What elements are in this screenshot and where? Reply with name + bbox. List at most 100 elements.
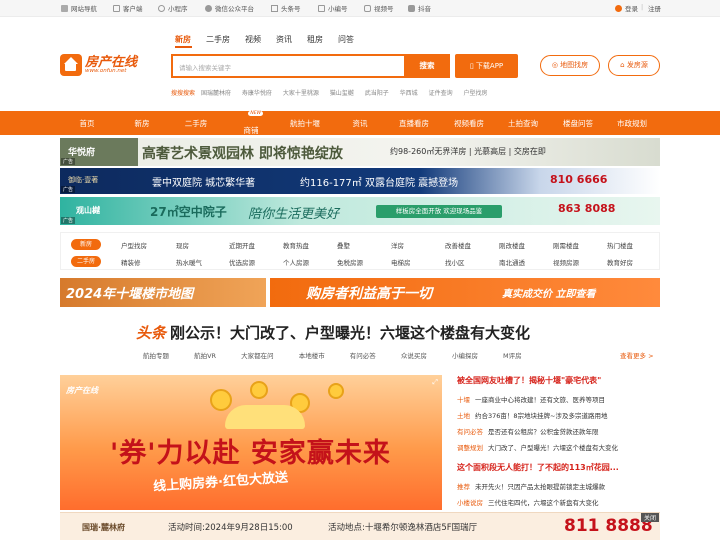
category-link[interactable]: 近期开盘 <box>229 240 255 250</box>
ad-banner-huayuefu[interactable]: 华悦府 高奢艺术景观园林 即将惊艳绽放 约98-260㎡无界洋房 | 光慕高层 … <box>60 138 660 166</box>
hot-search-item[interactable]: 证件查询 <box>429 90 453 97</box>
category-link[interactable]: 刚需楼盘 <box>553 240 579 250</box>
expand-icon[interactable]: ⤢ <box>432 378 438 387</box>
close-ad-button[interactable]: 关闭 <box>640 513 659 522</box>
ad-tagline: 陪你生活更美好 <box>248 207 340 222</box>
hot-search-item[interactable]: 华西城 <box>400 90 418 97</box>
headline[interactable]: 头条 刚公示！大门改了、户型曝光！六堰这个楼盘有大变化 <box>136 322 530 343</box>
tab-new-house[interactable]: 新房 <box>175 34 191 45</box>
news-item[interactable]: 小楼说房 三代住宅四代，六堰这个新盘有大变化 <box>457 497 657 507</box>
logo-text: 房产在线 <box>85 54 138 70</box>
news-item[interactable]: 十堰 一座商业中心将改建！还有文旅、医养等项目 <box>457 394 657 404</box>
hot-search-item[interactable]: 大家十里桃源 <box>283 90 319 97</box>
nav-aerial[interactable]: 航拍十堰 <box>290 118 320 129</box>
category-link[interactable]: 热门楼盘 <box>607 240 633 250</box>
video-account-link[interactable]: 视频号 <box>364 3 394 13</box>
sublink[interactable]: 大家都在问 <box>241 352 274 360</box>
news-item[interactable]: 调整规划 大门改了、户型曝光！六堰这个楼盘有大变化 <box>457 442 657 452</box>
sublink[interactable]: 本地楼市 <box>299 352 325 360</box>
category-link[interactable]: 电梯房 <box>391 257 411 267</box>
register-link[interactable]: 注册 <box>648 3 661 13</box>
sublink[interactable]: 航拍VR <box>194 352 216 360</box>
login-link[interactable]: 登录 <box>615 3 638 13</box>
news-item[interactable]: 土地 约合376亩！8宗地块挂牌~涉及多宗道路用地 <box>457 410 657 420</box>
tab-video[interactable]: 视频 <box>245 34 261 45</box>
nav-video[interactable]: 视频看房 <box>454 118 484 129</box>
category-link[interactable]: 叠墅 <box>337 240 350 250</box>
category-link[interactable]: 改善楼盘 <box>445 240 471 250</box>
ad-time: 活动时间:2024年9月28日15:00 <box>168 523 293 533</box>
sublink[interactable]: 众说买房 <box>401 352 427 360</box>
category-link[interactable]: 精装修 <box>121 257 141 267</box>
hero-title: '券'力以赴 安家赢未来 <box>110 438 391 469</box>
post-listing-button[interactable]: ⌂ 发房源 <box>608 55 660 76</box>
category-link[interactable]: 免税房源 <box>337 257 363 267</box>
banner-market-map[interactable]: 2024年十堰楼市地图 <box>60 278 266 307</box>
coin-icon <box>210 389 232 411</box>
category-link[interactable]: 优选房源 <box>229 257 255 267</box>
tab-second-hand[interactable]: 二手房 <box>206 34 230 45</box>
floating-ad-bar[interactable]: 国瑞·麓林府 活动时间:2024年9月28日15:00 活动地点:十堰希尔顿逸林… <box>60 512 660 540</box>
banner-buyer-first[interactable]: 购房者利益高于一切 真实成交价 立即查看 <box>270 278 660 307</box>
headline-tag: 头条 <box>136 324 167 342</box>
hero-banner[interactable]: 房产在线 '券'力以赴 安家赢未来 线上购房券·红包大放送 ⤢ <box>60 375 442 510</box>
hot-search-item[interactable]: 寿康华悦府 <box>242 90 272 97</box>
category-link[interactable]: 教育好房 <box>607 257 633 267</box>
download-app-button[interactable]: ▯ 下载APP <box>455 54 518 78</box>
nav-live[interactable]: 直播看房 <box>399 118 429 129</box>
nav-news[interactable]: 资讯 <box>353 118 368 129</box>
sublink[interactable]: M评房 <box>503 352 522 360</box>
category-link[interactable]: 个人房源 <box>283 257 309 267</box>
nav-second-hand[interactable]: 二手房 <box>185 118 208 129</box>
news-item[interactable]: 推荐 未开先火！只因产品太抢眼提前锁定主城爆款 <box>457 481 657 491</box>
toutiao-link[interactable]: 头条号 <box>271 3 301 13</box>
nav-land[interactable]: 土拍查询 <box>508 118 538 129</box>
hot-search-item[interactable]: 猫山玺樾 <box>330 90 354 97</box>
xiaobian-link[interactable]: 小编号 <box>318 3 348 13</box>
category-link[interactable]: 现房 <box>176 240 189 250</box>
ad-banner-guanshanyue[interactable]: 观山樾 27㎡空中院子 陪你生活更美好 样板房全面开放 欢迎现场品鉴 863 8… <box>60 197 660 225</box>
site-nav-link[interactable]: 网站导航 <box>61 3 97 13</box>
category-link[interactable]: 南北通透 <box>499 257 525 267</box>
nav-home[interactable]: 首页 <box>80 118 95 129</box>
news-headline[interactable]: 被全国网友吐槽了！揭秘十堰"豪宅代表" <box>457 375 657 386</box>
sublink[interactable]: 有问必答 <box>350 352 376 360</box>
category-link[interactable]: 视频房源 <box>553 257 579 267</box>
active-tab-indicator <box>175 46 192 48</box>
sublink[interactable]: 小编探房 <box>452 352 478 360</box>
tab-news[interactable]: 资讯 <box>276 34 292 45</box>
news-headline[interactable]: 这个面积段无人能打！了不起的113㎡花园... <box>457 462 657 473</box>
ad-tag: 广告 <box>61 186 76 193</box>
search-input[interactable]: 请输入搜索关键字 <box>171 54 406 78</box>
hero-subtitle: 线上购房券·红包大放送 <box>152 470 289 495</box>
site-logo[interactable]: 房产在线 www.onfun.net <box>60 52 155 78</box>
map-search-button[interactable]: ◎ 地图找房 <box>540 55 600 76</box>
sublink[interactable]: 航拍专题 <box>143 352 169 360</box>
category-link[interactable]: 户型找房 <box>121 240 147 250</box>
news-item[interactable]: 有问必答 是否还有公租房？公积金贷款还款年限 <box>457 426 657 436</box>
nav-new-house[interactable]: 新房 <box>135 118 150 129</box>
category-link[interactable]: 教育热盘 <box>283 240 309 250</box>
ad-banner-yulin[interactable]: 御临·壹著 雲中双庭院 城芯繁华著 约116-177㎡ 双露台庭院 震撼登场 8… <box>60 168 660 194</box>
client-link[interactable]: 客户端 <box>113 3 143 13</box>
category-link[interactable]: 刚改楼盘 <box>499 240 525 250</box>
phone-icon <box>113 4 120 12</box>
see-more-link[interactable]: 查看更多 > <box>620 350 654 360</box>
nav-qa[interactable]: 楼盘问答 <box>563 118 593 129</box>
user-icon <box>615 4 622 12</box>
douyin-link[interactable]: 抖音 <box>408 3 431 13</box>
tab-qa[interactable]: 问答 <box>338 34 354 45</box>
tab-rent[interactable]: 租房 <box>307 34 323 45</box>
nav-planning[interactable]: 市政规划 <box>617 118 647 129</box>
wechat-link[interactable]: 微信公众平台 <box>205 3 254 13</box>
top-bar: 网站导航 客户端 小程序 微信公众平台 头条号 小编号 视频号 抖音 登录 | … <box>0 0 720 17</box>
category-link[interactable]: 热水暖气 <box>176 257 202 267</box>
hot-search-item[interactable]: 武当阳子 <box>365 90 389 97</box>
new-badge: NEW <box>248 111 263 116</box>
hot-search-item[interactable]: 国瑞麓林府 <box>201 90 231 97</box>
miniprogram-link[interactable]: 小程序 <box>158 3 188 13</box>
category-link[interactable]: 找小区 <box>445 257 465 267</box>
category-link[interactable]: 洋房 <box>391 240 404 250</box>
hot-search-item[interactable]: 户型找房 <box>464 90 488 97</box>
search-button[interactable]: 搜索 <box>404 54 450 78</box>
